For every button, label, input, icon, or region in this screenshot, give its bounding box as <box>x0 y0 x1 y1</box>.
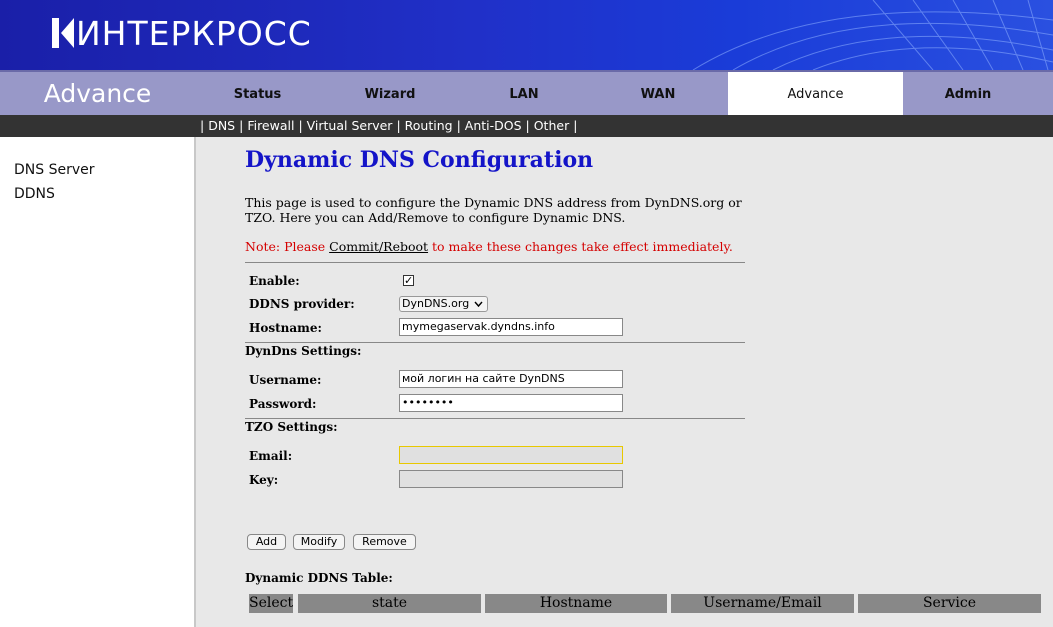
main-content: Dynamic DNS Configuration This page is u… <box>245 137 1053 627</box>
divider <box>245 262 745 263</box>
table-header-service: Service <box>858 594 1041 613</box>
username-input[interactable]: мой логин на сайте DynDNS <box>399 370 623 388</box>
separator: | <box>298 118 303 133</box>
email-input[interactable] <box>399 446 623 464</box>
note-suffix: to make these changes take effect immedi… <box>428 239 733 254</box>
ddns-provider-value: DynDNS.org <box>402 297 470 310</box>
chevron-down-icon <box>474 301 483 308</box>
subnav-virtual-server[interactable]: Virtual Server <box>307 118 393 133</box>
globe-grid-graphic <box>692 0 1053 70</box>
key-label: Key: <box>249 473 279 487</box>
modify-button[interactable]: Modify <box>293 534 345 550</box>
commit-reboot-link[interactable]: Commit/Reboot <box>329 239 428 254</box>
table-header-select: Select <box>249 594 294 613</box>
table-header-state: state <box>298 594 481 613</box>
enable-label: Enable: <box>249 274 300 288</box>
divider <box>245 418 745 419</box>
page-description: This page is used to configure the Dynam… <box>245 195 742 225</box>
top-navbar: Advance Status Wizard LAN WAN Advance Ad… <box>0 70 1053 115</box>
commit-note: Note: Please Commit/Reboot to make these… <box>245 239 733 254</box>
enable-checkbox[interactable]: ✓ <box>403 275 414 286</box>
subnav-routing[interactable]: Routing <box>405 118 453 133</box>
separator: | <box>396 118 401 133</box>
separator: | <box>456 118 461 133</box>
note-prefix: Note: Please <box>245 239 330 254</box>
tab-admin[interactable]: Admin <box>903 72 1033 115</box>
page-title: Dynamic DNS Configuration <box>245 147 594 173</box>
hostname-input[interactable]: mymegaservak.dyndns.info <box>399 318 623 336</box>
ddns-table-title: Dynamic DDNS Table: <box>245 571 393 585</box>
section-title: Advance <box>43 79 152 108</box>
sidebar-item-ddns[interactable]: DDNS <box>0 182 194 206</box>
tab-lan[interactable]: LAN <box>460 72 588 115</box>
tab-wizard[interactable]: Wizard <box>320 72 460 115</box>
tzo-settings-heading: TZO Settings: <box>245 420 338 434</box>
tab-advance[interactable]: Advance <box>728 72 903 115</box>
sub-navbar: | DNS | Firewall | Virtual Server | Rout… <box>0 115 1053 137</box>
tab-wan[interactable]: WAN <box>588 72 728 115</box>
subnav-firewall[interactable]: Firewall <box>247 118 294 133</box>
header-banner: ИНТЕРКРОСС <box>0 0 1053 70</box>
sidebar-item-dns-server[interactable]: DNS Server <box>0 158 194 182</box>
brand-logo: ИНТЕРКРОСС <box>52 14 312 53</box>
logo-mark-icon <box>52 18 74 48</box>
add-button[interactable]: Add <box>247 534 286 550</box>
separator: | <box>239 118 244 133</box>
logo-text: ИНТЕРКРОСС <box>76 14 312 53</box>
ddns-provider-select[interactable]: DynDNS.org <box>399 296 488 312</box>
separator: | <box>525 118 530 133</box>
email-label: Email: <box>249 449 293 463</box>
divider <box>245 342 745 343</box>
sidebar: DNS Server DDNS <box>0 137 196 627</box>
table-header-hostname: Hostname <box>485 594 667 613</box>
separator: | <box>200 118 205 133</box>
table-header-username-email: Username/Email <box>671 594 854 613</box>
tab-status[interactable]: Status <box>195 72 320 115</box>
hostname-label: Hostname: <box>249 321 322 335</box>
dyndns-settings-heading: DynDns Settings: <box>245 344 362 358</box>
subnav-anti-dos[interactable]: Anti-DOS <box>465 118 522 133</box>
password-input[interactable]: •••••••• <box>399 394 623 412</box>
key-input[interactable] <box>399 470 623 488</box>
username-label: Username: <box>249 373 322 387</box>
separator: | <box>573 118 578 133</box>
ddns-provider-label: DDNS provider: <box>249 297 355 311</box>
remove-button[interactable]: Remove <box>353 534 416 550</box>
subnav-dns[interactable]: DNS <box>208 118 235 133</box>
subnav-other[interactable]: Other <box>534 118 570 133</box>
password-label: Password: <box>249 397 317 411</box>
